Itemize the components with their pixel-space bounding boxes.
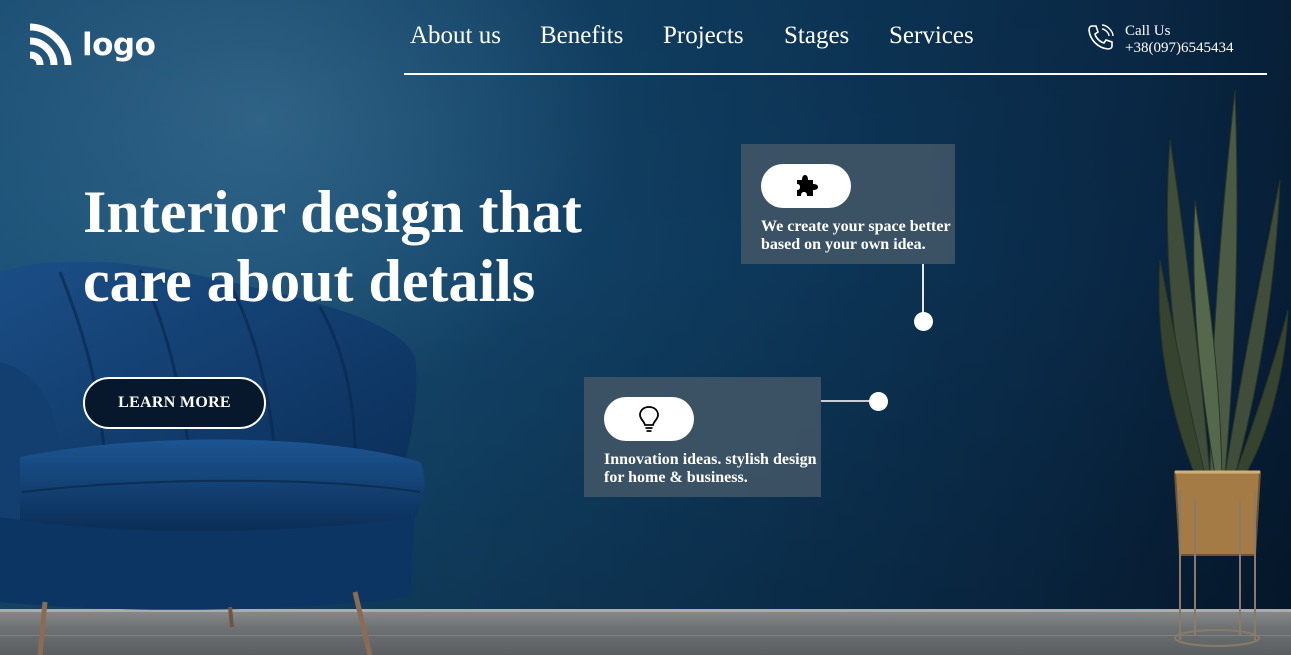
hotspot-dot[interactable] xyxy=(869,392,888,411)
call-us[interactable]: Call Us +38(097)6545434 xyxy=(1086,23,1233,57)
logo-waves-icon xyxy=(29,23,72,66)
feature-text-line2: based on your own idea. xyxy=(761,236,926,253)
learn-more-button[interactable]: LEARN MORE xyxy=(83,377,266,429)
connector-line xyxy=(821,400,875,402)
nav-services[interactable]: Services xyxy=(889,22,974,50)
feature-card-innovation: Innovation ideas. stylish design for hom… xyxy=(584,377,821,497)
feature-card-space: We create your space better based on you… xyxy=(741,144,955,264)
lightbulb-icon xyxy=(639,406,659,432)
feature-text-innovation: Innovation ideas. stylish design for hom… xyxy=(604,451,821,487)
logo-text: logo xyxy=(82,27,156,63)
feature-icon-pill xyxy=(604,397,694,441)
feature-icon-pill xyxy=(761,164,851,208)
armchair-image xyxy=(0,262,425,655)
call-us-label: Call Us xyxy=(1125,23,1171,39)
connector-line xyxy=(922,264,924,316)
nav-projects[interactable]: Projects xyxy=(663,22,744,50)
feature-text-space: We create your space better based on you… xyxy=(761,218,955,254)
nav-stages[interactable]: Stages xyxy=(784,22,849,50)
nav-about-us[interactable]: About us xyxy=(410,22,501,50)
phone-number: +38(097)6545434 xyxy=(1125,40,1234,56)
feature-text-line2: for home & business. xyxy=(604,469,748,486)
phone-icon xyxy=(1088,24,1114,50)
plant-image xyxy=(1158,89,1289,647)
hero-title-line2: care about details xyxy=(83,248,536,314)
hotspot-dot[interactable] xyxy=(914,312,933,331)
hero-title-line1: Interior design that xyxy=(83,179,582,245)
feature-text-line1: We create your space better xyxy=(761,218,951,235)
nav-benefits[interactable]: Benefits xyxy=(540,22,623,50)
logo[interactable]: logo xyxy=(28,22,156,68)
feature-text-line1: Innovation ideas. stylish design xyxy=(604,451,817,468)
puzzle-icon xyxy=(797,175,818,196)
hero-title: Interior design that care about details xyxy=(83,178,683,316)
